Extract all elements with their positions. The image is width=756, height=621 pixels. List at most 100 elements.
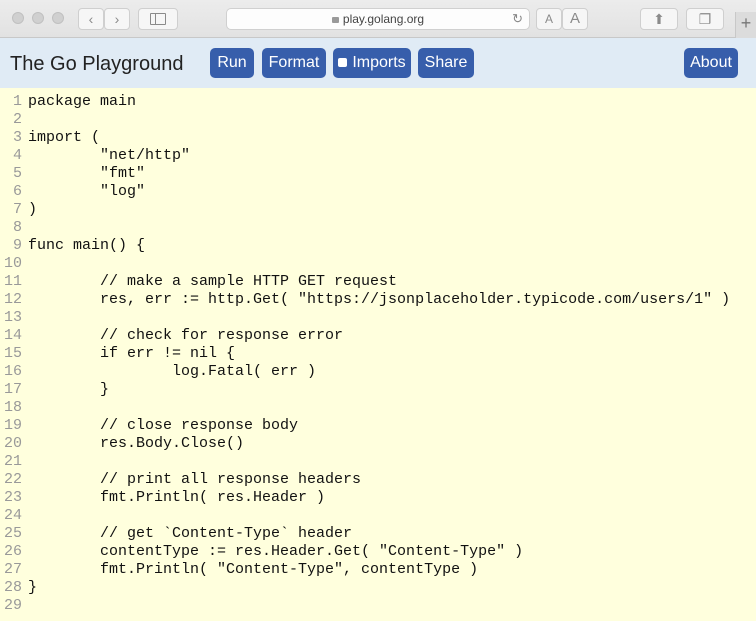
line-number: 8 [12,219,22,236]
page-title: The Go Playground [10,53,184,75]
code-line[interactable]: 2 [0,111,756,129]
code-line[interactable]: 25 // get `Content-Type` header [0,525,756,543]
code-line[interactable]: 16 log.Fatal( err ) [0,363,756,381]
code-line[interactable]: 22 // print all response headers [0,471,756,489]
code-line[interactable]: 21 [0,453,756,471]
imports-label: Imports [352,54,406,71]
line-text: ) [28,201,38,218]
line-number: 4 [12,147,22,164]
line-text: // print all response headers [28,471,362,488]
line-number: 28 [3,579,22,596]
reload-icon[interactable]: ↻ [512,9,523,29]
share-button[interactable]: Share [418,48,474,78]
line-number: 13 [3,309,22,326]
playground-header: The Go Playground Run Format Imports Sha… [0,38,756,88]
line-text: if err != nil { [28,345,236,362]
format-button[interactable]: Format [262,48,326,78]
line-number: 22 [3,471,22,488]
code-line[interactable]: 18 [0,399,756,417]
line-text: // get `Content-Type` header [28,525,353,542]
zoom-window-icon[interactable] [52,12,64,24]
line-number: 9 [12,237,22,254]
text-large-label: A [569,10,580,27]
line-number: 2 [12,111,22,128]
back-button[interactable]: ‹ [78,8,104,30]
line-number: 14 [3,327,22,344]
close-window-icon[interactable] [12,12,24,24]
line-text: } [28,579,38,596]
code-line[interactable]: 6 "log" [0,183,756,201]
sidebar-icon [150,13,166,25]
minimize-window-icon[interactable] [32,12,44,24]
line-number: 17 [3,381,22,398]
code-line[interactable]: 13 [0,309,756,327]
line-number: 19 [3,417,22,434]
code-line[interactable]: 28} [0,579,756,597]
code-line[interactable]: 10 [0,255,756,273]
chevron-right-icon: › [114,11,120,27]
line-text: package main [28,93,137,110]
code-line[interactable]: 9 func main() { [0,237,756,255]
about-button[interactable]: About [684,48,738,78]
url-text: play.golang.org [342,12,425,26]
code-line[interactable]: 23 fmt.Println( res.Header ) [0,489,756,507]
code-line[interactable]: 27 fmt.Println( "Content-Type", contentT… [0,561,756,579]
code-line[interactable]: 24 [0,507,756,525]
share-page-button[interactable]: ⬆ [640,8,678,30]
code-line[interactable]: 5 "fmt" [0,165,756,183]
line-text: // close response body [28,417,299,434]
code-line[interactable]: 8 [0,219,756,237]
run-button[interactable]: Run [210,48,254,78]
line-text: log.Fatal( err ) [28,363,317,380]
code-line[interactable]: 7) [0,201,756,219]
forward-button[interactable]: › [104,8,130,30]
code-line[interactable]: 26 contentType := res.Header.Get( "Conte… [0,543,756,561]
line-text: import ( [28,129,101,146]
line-number: 25 [3,525,22,542]
text-larger-button[interactable]: A [562,8,588,30]
tabs-overview-button[interactable]: ❐ [686,8,724,30]
chevron-left-icon: ‹ [88,11,94,27]
code-line[interactable]: 4 "net/http" [0,147,756,165]
line-number: 23 [3,489,22,506]
line-text: fmt.Println( "Content-Type", contentType… [28,561,479,578]
code-line[interactable]: 15 if err != nil { [0,345,756,363]
line-text: res, err := http.Get( "https://jsonplace… [28,291,731,308]
line-text: fmt.Println( res.Header ) [28,489,326,506]
code-line[interactable]: 11 // make a sample HTTP GET request [0,273,756,291]
code-line[interactable]: 20 res.Body.Close() [0,435,756,453]
sidebar-button[interactable] [138,8,178,30]
imports-toggle[interactable]: Imports [333,48,411,78]
code-line[interactable]: 3 import ( [0,129,756,147]
code-line[interactable]: 1 package main [0,93,756,111]
line-text: "fmt" [28,165,146,182]
code-line[interactable]: 29 [0,597,756,615]
code-editor[interactable]: 1 package main 2 3 import (4 "net/http" 5 "fm… [0,88,756,621]
line-number: 12 [3,291,22,308]
imports-checkbox[interactable] [338,58,348,67]
line-text: func main() { [28,237,146,254]
line-text: res.Body.Close() [28,435,245,452]
line-number: 21 [3,453,22,470]
new-tab-button[interactable]: + [735,12,756,38]
code-line[interactable]: 19 // close response body [0,417,756,435]
code-line[interactable]: 17 } [0,381,756,399]
code-line[interactable]: 14 // check for response error [0,327,756,345]
code-line[interactable]: 12 res, err := http.Get( "https://jsonpl… [0,291,756,309]
browser-toolbar: ‹ › play.golang.org ↻ A A ⬆ ❐ + [0,0,756,38]
line-text: contentType := res.Header.Get( "Content-… [28,543,524,560]
address-bar[interactable]: play.golang.org ↻ [226,8,530,30]
share-icon: ⬆ [653,11,665,27]
line-number: 20 [3,435,22,452]
line-number: 10 [3,255,22,272]
line-text: "net/http" [28,147,191,164]
line-number: 1 [12,93,22,110]
line-number: 18 [3,399,22,416]
line-text: // make a sample HTTP GET request [28,273,398,290]
line-number: 5 [12,165,22,182]
line-number: 7 [12,201,22,218]
plus-icon: + [740,13,752,33]
line-number: 11 [3,273,22,290]
line-number: 6 [12,183,22,200]
text-smaller-button[interactable]: A [536,8,562,30]
